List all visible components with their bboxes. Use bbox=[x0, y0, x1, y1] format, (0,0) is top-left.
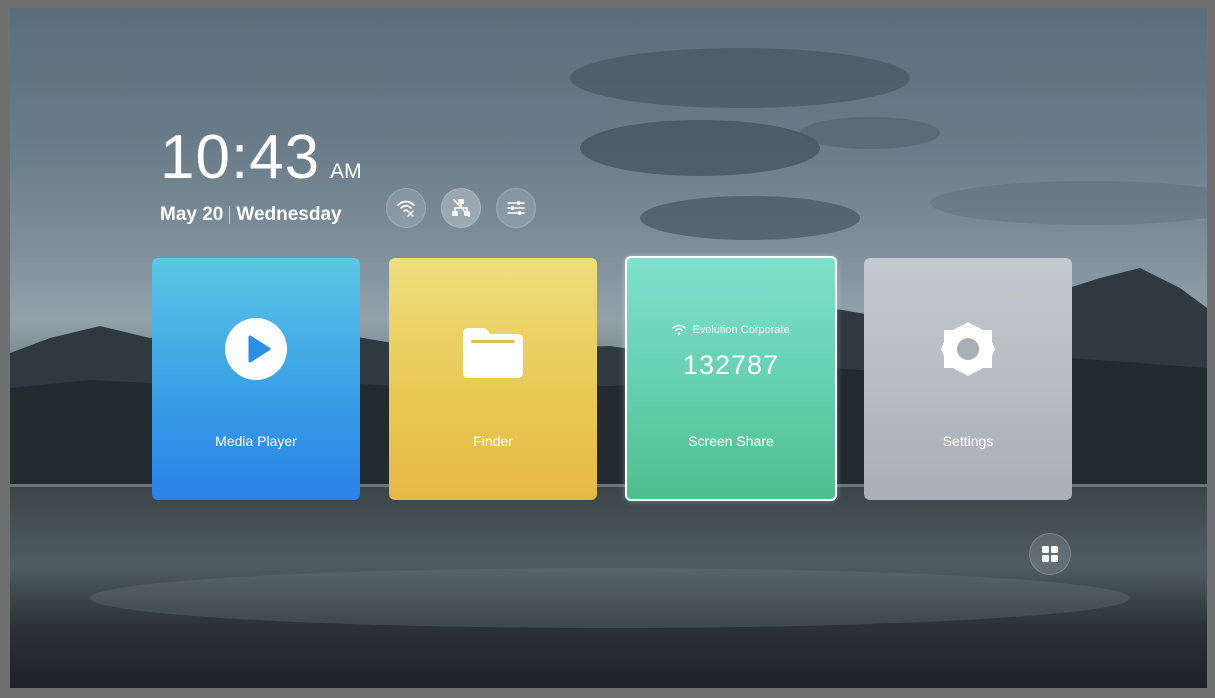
date-divider bbox=[229, 206, 231, 224]
home-screen: 10:43 AM May 20 Wednesday Media Player F… bbox=[10, 8, 1207, 688]
settings-tile[interactable]: Settings bbox=[864, 258, 1072, 500]
settings-sliders-button[interactable] bbox=[496, 188, 536, 228]
finder-tile[interactable]: Finder bbox=[389, 258, 597, 500]
share-network-name: Evolution Corporate bbox=[692, 324, 790, 336]
app-drawer-button[interactable] bbox=[1029, 533, 1071, 575]
folder-icon bbox=[463, 328, 523, 378]
share-code: 132787 bbox=[682, 350, 780, 380]
gear-icon bbox=[941, 322, 995, 376]
clock-widget: 10:43 AM May 20 Wednesday bbox=[160, 126, 362, 226]
network-disconnected-icon bbox=[452, 199, 470, 217]
network-status-button[interactable] bbox=[441, 188, 481, 228]
clock-ampm: AM bbox=[330, 160, 362, 183]
wifi-off-icon bbox=[397, 200, 415, 217]
grid-icon bbox=[1042, 546, 1058, 562]
screen-share-tile[interactable]: Evolution Corporate 132787 Screen Share bbox=[625, 256, 837, 501]
media-player-tile[interactable]: Media Player bbox=[152, 258, 360, 500]
status-bar bbox=[386, 188, 536, 228]
clock-date: May 20 bbox=[160, 204, 224, 225]
play-icon bbox=[225, 318, 287, 380]
clock-time: 10:43 bbox=[160, 123, 321, 192]
media-player-label: Media Player bbox=[215, 433, 297, 449]
screen-share-label: Screen Share bbox=[688, 433, 774, 449]
wifi-icon bbox=[672, 324, 687, 335]
clock-weekday: Wednesday bbox=[236, 204, 342, 225]
finder-label: Finder bbox=[473, 433, 513, 449]
sliders-icon bbox=[507, 201, 525, 215]
share-network: Evolution Corporate bbox=[627, 324, 835, 336]
settings-label: Settings bbox=[942, 433, 994, 449]
wifi-status-button[interactable] bbox=[386, 188, 426, 228]
